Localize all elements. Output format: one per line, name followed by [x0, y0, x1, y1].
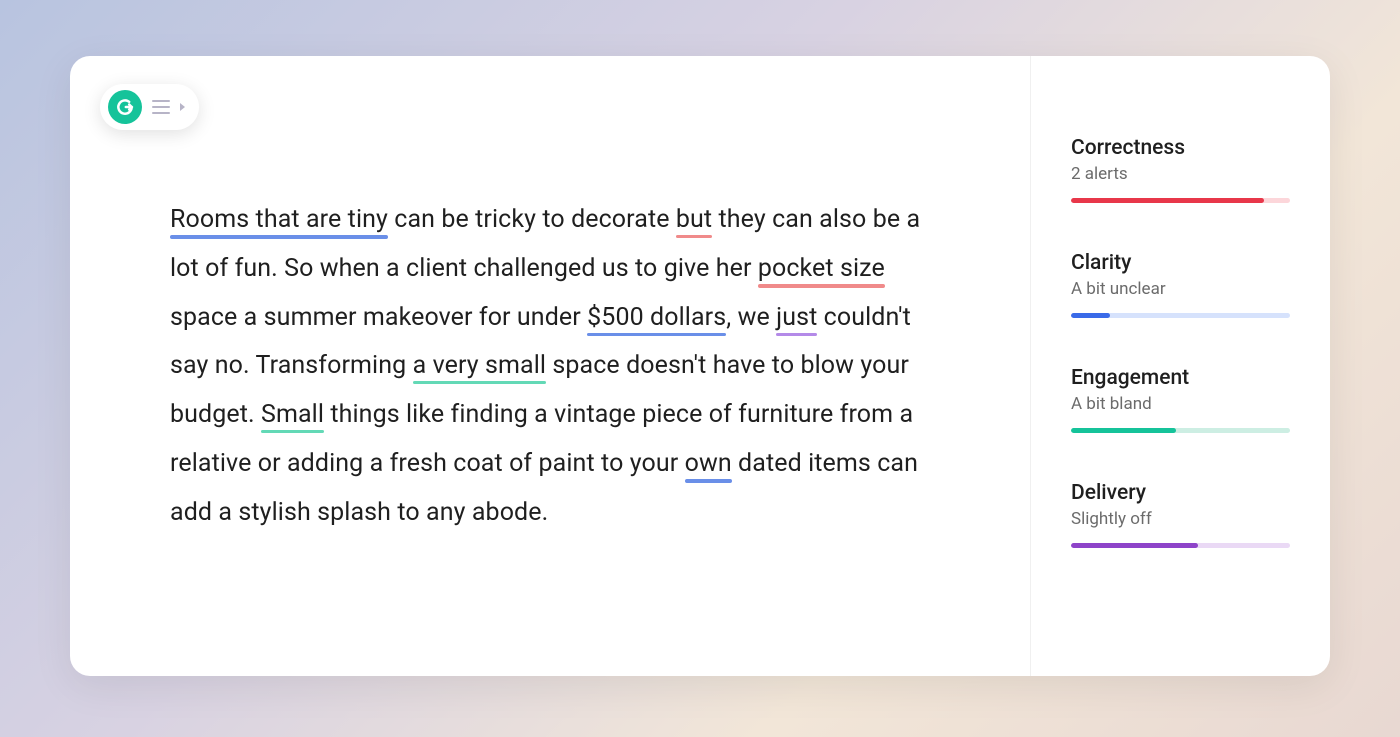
progress-bar	[1071, 543, 1290, 548]
text-segment: can be tricky to decorate	[388, 205, 676, 234]
menu-lines-icon	[152, 100, 170, 114]
underline-pink[interactable]: but	[676, 205, 712, 234]
metric-title: Clarity	[1071, 251, 1290, 275]
progress-bar	[1071, 198, 1290, 203]
metric-subtitle: Slightly off	[1071, 509, 1290, 529]
underline-pink[interactable]: pocket size	[758, 254, 885, 283]
progress-fill	[1071, 198, 1264, 203]
underline-blue[interactable]: $500 dollars	[587, 303, 726, 332]
progress-fill	[1071, 543, 1198, 548]
chevron-right-icon	[180, 103, 185, 111]
editor-pane: Rooms that are tiny can be tricky to dec…	[70, 56, 1030, 676]
performance-sidebar: Correctness 2 alerts Clarity A bit uncle…	[1030, 56, 1330, 676]
underline-blue[interactable]: Rooms that are tiny	[170, 205, 388, 234]
metric-correctness[interactable]: Correctness 2 alerts	[1071, 136, 1290, 203]
progress-fill	[1071, 428, 1176, 433]
assistant-pill[interactable]	[100, 84, 199, 130]
metric-clarity[interactable]: Clarity A bit unclear	[1071, 251, 1290, 318]
app-card: Rooms that are tiny can be tricky to dec…	[70, 56, 1330, 676]
metric-subtitle: 2 alerts	[1071, 164, 1290, 184]
metric-subtitle: A bit bland	[1071, 394, 1290, 414]
metric-engagement[interactable]: Engagement A bit bland	[1071, 366, 1290, 433]
metric-title: Engagement	[1071, 366, 1290, 390]
brand-badge-icon	[108, 90, 142, 124]
progress-bar	[1071, 313, 1290, 318]
underline-green[interactable]: a very small	[413, 351, 547, 380]
metric-title: Delivery	[1071, 481, 1290, 505]
underline-purple[interactable]: just	[776, 303, 817, 332]
progress-bar	[1071, 428, 1290, 433]
text-segment: , we	[726, 303, 776, 332]
underline-blue[interactable]: own	[685, 449, 732, 478]
metric-delivery[interactable]: Delivery Slightly off	[1071, 481, 1290, 548]
document-text[interactable]: Rooms that are tiny can be tricky to dec…	[170, 196, 950, 537]
metric-title: Correctness	[1071, 136, 1290, 160]
underline-green[interactable]: Small	[261, 400, 324, 429]
metric-subtitle: A bit unclear	[1071, 279, 1290, 299]
progress-fill	[1071, 313, 1110, 318]
text-segment: space a summer makeover for under	[170, 303, 587, 332]
